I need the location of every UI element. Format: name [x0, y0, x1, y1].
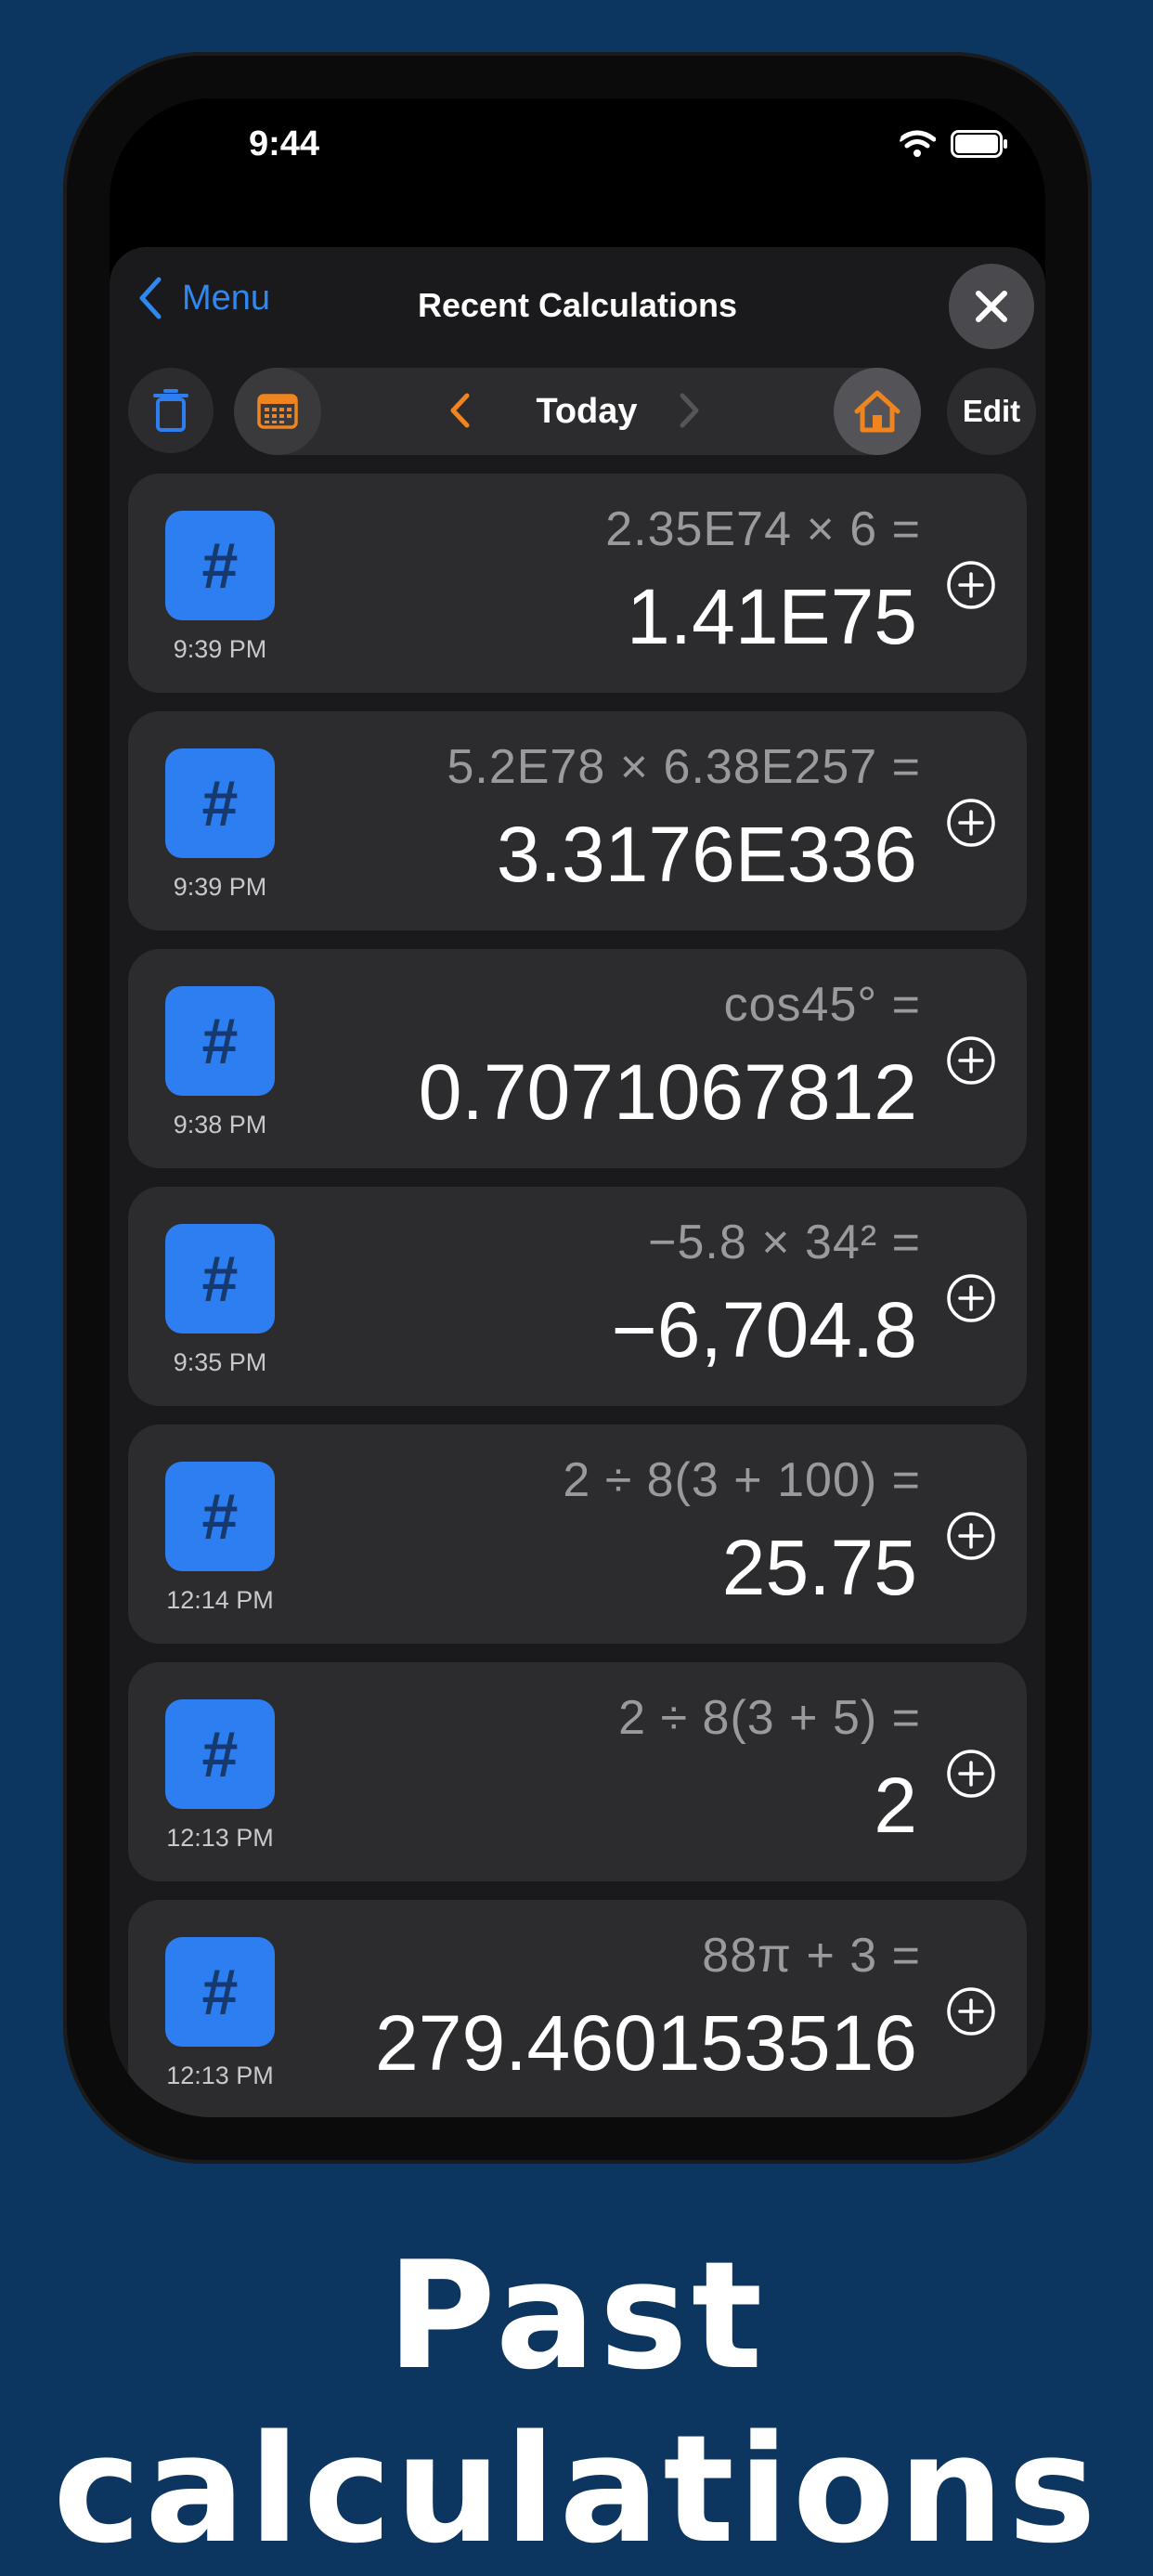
calculator-tile-icon: # — [165, 1937, 275, 2047]
calculation-list: # 9:39 PM 2.35E74 × 6 = 1.41E75 # 9:39 P… — [128, 474, 1027, 2117]
plus-circle-icon[interactable] — [945, 1272, 997, 1324]
calculation-expression: 2.35E74 × 6 = — [605, 502, 921, 556]
calculation-time: 9:39 PM — [173, 635, 267, 663]
plus-circle-icon[interactable] — [945, 1510, 997, 1562]
calculation-expression: cos45° = — [723, 978, 921, 1032]
date-label: Today — [536, 392, 638, 431]
battery-icon — [951, 130, 1007, 158]
calendar-button[interactable] — [234, 368, 321, 455]
calculation-result: 25.75 — [721, 1524, 917, 1611]
calculation-card[interactable]: # 9:38 PM cos45° = 0.7071067812 — [128, 949, 1027, 1168]
notch — [392, 98, 902, 167]
next-day-button[interactable] — [678, 388, 702, 437]
calculation-expression: 2 ÷ 8(3 + 100) = — [563, 1453, 921, 1507]
recent-calculations-sheet: Menu Recent Calculations Today Edit # 9:… — [110, 247, 1045, 2117]
edit-button[interactable]: Edit — [947, 368, 1036, 455]
calculation-card[interactable]: # 12:13 PM 88π + 3 = 279.460153516 — [128, 1900, 1027, 2117]
phone-screen: 9:44 Menu Recent Calculations Today Edit… — [110, 98, 1045, 2117]
calculator-tile-icon: # — [165, 511, 275, 620]
calculator-tile-icon: # — [165, 1224, 275, 1334]
home-icon — [854, 390, 900, 433]
calculation-card[interactable]: # 12:14 PM 2 ÷ 8(3 + 100) = 25.75 — [128, 1425, 1027, 1644]
wifi-icon — [899, 130, 936, 157]
home-button[interactable] — [834, 368, 921, 455]
date-selector: Today — [234, 368, 921, 455]
page-title: Recent Calculations — [417, 286, 738, 324]
calculation-time: 9:35 PM — [173, 1348, 267, 1376]
calculation-time: 9:39 PM — [173, 873, 267, 901]
calculation-result: 1.41E75 — [627, 573, 917, 660]
calculator-tile-icon: # — [165, 1462, 275, 1571]
chevron-left-icon — [450, 393, 470, 428]
calculation-expression: 2 ÷ 8(3 + 5) = — [618, 1691, 921, 1745]
calculation-time: 12:14 PM — [166, 1586, 274, 1614]
close-button[interactable] — [949, 264, 1034, 349]
calculation-expression: 5.2E78 × 6.38E257 = — [447, 740, 921, 794]
plus-circle-icon[interactable] — [945, 797, 997, 849]
calculation-card[interactable]: # 9:35 PM −5.8 × 34² = −6,704.8 — [128, 1187, 1027, 1406]
plus-circle-icon[interactable] — [945, 1034, 997, 1086]
calculation-result: 0.7071067812 — [418, 1048, 917, 1136]
calculator-tile-icon: # — [165, 748, 275, 858]
calculation-expression: 88π + 3 = — [702, 1929, 921, 1983]
calculation-expression: −5.8 × 34² = — [648, 1216, 921, 1269]
plus-circle-icon[interactable] — [945, 559, 997, 611]
calculation-result: 279.460153516 — [375, 1999, 917, 2087]
plus-circle-icon[interactable] — [945, 1748, 997, 1800]
toolbar: Today Edit — [128, 368, 1036, 457]
calculation-card[interactable]: # 9:39 PM 5.2E78 × 6.38E257 = 3.3176E336 — [128, 711, 1027, 930]
plus-circle-icon[interactable] — [945, 1985, 997, 2037]
marketing-caption: Past calculations — [53, 2229, 1100, 2576]
close-icon — [976, 291, 1007, 322]
calculation-time: 9:38 PM — [173, 1111, 267, 1138]
calendar-icon — [257, 394, 298, 429]
calculation-result: 3.3176E336 — [496, 811, 917, 898]
calculation-result: 2 — [874, 1762, 917, 1849]
calculation-card[interactable]: # 12:13 PM 2 ÷ 8(3 + 5) = 2 — [128, 1662, 1027, 1881]
calculator-tile-icon: # — [165, 986, 275, 1096]
calculation-result: −6,704.8 — [611, 1286, 917, 1373]
trash-button[interactable] — [128, 368, 214, 453]
trash-icon — [153, 389, 188, 432]
calculation-time: 12:13 PM — [166, 1824, 274, 1852]
chevron-right-icon — [680, 393, 699, 428]
phone-frame: 9:44 Menu Recent Calculations Today Edit… — [63, 52, 1092, 2164]
status-time: 9:44 — [249, 124, 320, 163]
calculation-time: 12:13 PM — [166, 2062, 274, 2089]
previous-day-button[interactable] — [447, 388, 472, 437]
calculation-card[interactable]: # 9:39 PM 2.35E74 × 6 = 1.41E75 — [128, 474, 1027, 693]
calculator-tile-icon: # — [165, 1699, 275, 1809]
